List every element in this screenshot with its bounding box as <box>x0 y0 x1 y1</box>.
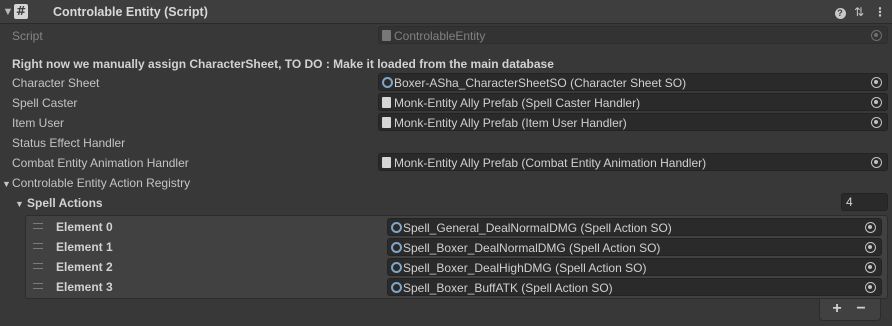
spell-caster-value: Monk-Entity Ally Prefab (Spell Caster Ha… <box>394 96 641 110</box>
element-field[interactable]: Spell_Boxer_DealHighDMG (Spell Action SO… <box>387 258 882 276</box>
spell-actions-list: Element 0 Spell_General_DealNormalDMG (S… <box>25 215 888 299</box>
scriptable-object-icon <box>391 222 402 233</box>
list-footer: + − <box>819 299 881 321</box>
drag-handle-icon[interactable] <box>33 263 43 269</box>
drag-handle-icon[interactable] <box>33 283 43 289</box>
object-picker-icon[interactable] <box>865 262 876 273</box>
kebab-menu-icon[interactable]: ⋮ <box>872 4 888 20</box>
element-field[interactable]: Spell_Boxer_DealNormalDMG (Spell Action … <box>387 238 882 256</box>
object-picker-icon[interactable] <box>865 242 876 253</box>
item-user-field[interactable]: Monk-Entity Ally Prefab (Item User Handl… <box>378 113 888 131</box>
fold-arrow-icon[interactable]: ▼ <box>1 5 15 19</box>
list-size-field[interactable]: 4 <box>841 193 888 211</box>
combat-anim-label: Combat Entity Animation Handler <box>12 156 189 170</box>
status-effect-handler-label: Status Effect Handler <box>12 136 126 150</box>
registry-foldout-icon[interactable]: ▼ <box>2 179 11 189</box>
element-field[interactable]: Spell_Boxer_BuffATK (Spell Action SO) <box>387 278 882 296</box>
scriptable-object-icon <box>391 282 402 293</box>
object-picker-icon[interactable] <box>871 97 882 108</box>
combat-anim-value: Monk-Entity Ally Prefab (Combat Entity A… <box>394 156 707 170</box>
registry-label[interactable]: Controlable Entity Action Registry <box>12 176 190 190</box>
object-picker-icon <box>871 30 882 41</box>
list-item: Element 3 Spell_Boxer_BuffATK (Spell Act… <box>26 277 887 297</box>
script-field: ControlableEntity <box>378 26 888 44</box>
object-picker-icon[interactable] <box>871 157 882 168</box>
element-label: Element 2 <box>56 260 113 274</box>
scriptable-object-icon <box>391 262 402 273</box>
spell-caster-field[interactable]: Monk-Entity Ally Prefab (Spell Caster Ha… <box>378 93 888 111</box>
element-value: Spell_Boxer_DealHighDMG (Spell Action SO… <box>403 261 647 275</box>
spell-actions-foldout-icon[interactable]: ▼ <box>15 199 24 209</box>
object-picker-icon[interactable] <box>865 222 876 233</box>
character-sheet-field[interactable]: Boxer-ASha_CharacterSheetSO (Character S… <box>378 73 888 91</box>
element-label: Element 3 <box>56 280 113 294</box>
script-field-value: ControlableEntity <box>394 29 486 43</box>
add-element-button[interactable]: + <box>826 300 848 318</box>
help-icon[interactable]: ? <box>832 4 848 20</box>
spell-caster-label: Spell Caster <box>12 96 78 110</box>
script-icon: # <box>14 4 28 19</box>
script-file-icon <box>382 117 391 128</box>
script-file-icon <box>382 97 391 108</box>
presets-icon[interactable]: ⇅ <box>851 4 867 20</box>
drag-handle-icon[interactable] <box>33 243 43 249</box>
spell-actions-label[interactable]: Spell Actions <box>27 196 103 210</box>
scriptable-object-icon <box>391 242 402 253</box>
element-field[interactable]: Spell_General_DealNormalDMG (Spell Actio… <box>387 218 882 236</box>
element-value: Spell_Boxer_DealNormalDMG (Spell Action … <box>403 241 661 255</box>
item-user-label: Item User <box>12 116 65 130</box>
header-note: Right now we manually assign CharacterSh… <box>12 57 554 71</box>
object-picker-icon[interactable] <box>871 77 882 88</box>
character-sheet-label: Character Sheet <box>12 76 100 90</box>
component-header[interactable]: ▼ # Controlable Entity (Script) ? ⇅ ⋮ <box>0 0 892 24</box>
object-picker-icon[interactable] <box>871 117 882 128</box>
component-title: Controlable Entity (Script) <box>53 5 208 19</box>
script-label: Script <box>12 29 43 43</box>
script-file-icon <box>382 157 391 168</box>
scriptable-object-icon <box>382 77 393 88</box>
list-item: Element 1 Spell_Boxer_DealNormalDMG (Spe… <box>26 237 887 257</box>
item-user-value: Monk-Entity Ally Prefab (Item User Handl… <box>394 116 627 130</box>
list-item: Element 0 Spell_General_DealNormalDMG (S… <box>26 217 887 237</box>
object-picker-icon[interactable] <box>865 282 876 293</box>
character-sheet-value: Boxer-ASha_CharacterSheetSO (Character S… <box>394 76 687 90</box>
remove-element-button[interactable]: − <box>850 300 872 318</box>
script-file-icon <box>382 30 391 41</box>
element-value: Spell_General_DealNormalDMG (Spell Actio… <box>403 221 672 235</box>
drag-handle-icon[interactable] <box>33 223 43 229</box>
element-label: Element 0 <box>56 220 113 234</box>
element-value: Spell_Boxer_BuffATK (Spell Action SO) <box>403 281 613 295</box>
combat-anim-field[interactable]: Monk-Entity Ally Prefab (Combat Entity A… <box>378 153 888 171</box>
list-item: Element 2 Spell_Boxer_DealHighDMG (Spell… <box>26 257 887 277</box>
element-label: Element 1 <box>56 240 113 254</box>
